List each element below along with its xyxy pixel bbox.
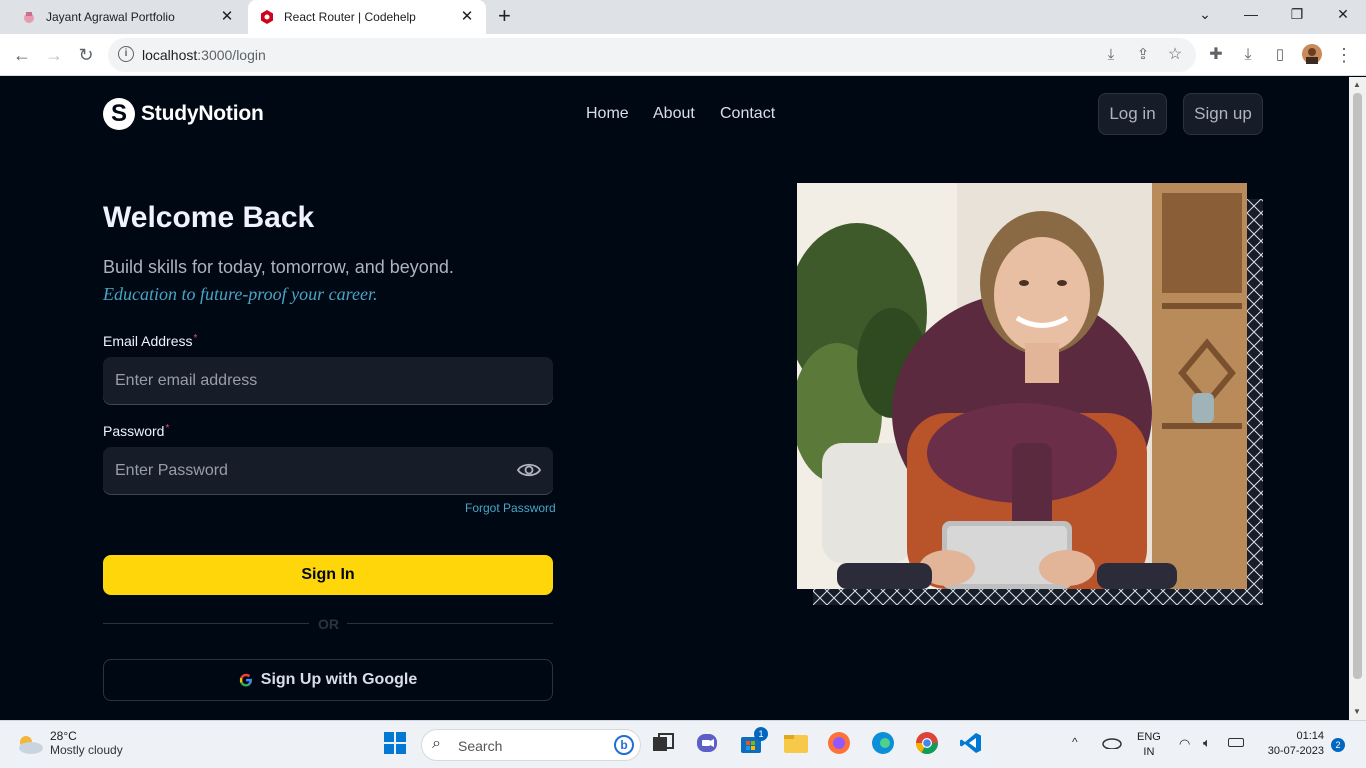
teams-chat-icon[interactable] xyxy=(695,731,721,757)
bookmark-star-icon[interactable]: ☆ xyxy=(1164,44,1186,66)
install-icon[interactable]: ⤓ xyxy=(1100,44,1122,66)
page-title: Welcome Back xyxy=(103,201,315,234)
email-label: Email Address* xyxy=(103,333,197,349)
notification-badge[interactable]: 2 xyxy=(1331,738,1345,752)
tab-search-icon[interactable]: ⌄ xyxy=(1195,6,1215,23)
windows-start-icon[interactable] xyxy=(383,731,409,757)
search-icon: ⌕ xyxy=(432,735,441,752)
password-field[interactable] xyxy=(103,447,553,495)
divider-line xyxy=(347,623,553,624)
google-icon xyxy=(239,673,252,687)
url-host: localhost xyxy=(142,47,198,63)
eye-icon[interactable] xyxy=(516,461,542,479)
taskbar-search-label: Search xyxy=(458,738,503,754)
or-separator: OR xyxy=(318,616,339,632)
cloud-icon xyxy=(19,735,43,754)
login-button[interactable]: Log in xyxy=(1098,93,1167,135)
wifi-icon[interactable]: ◠ xyxy=(1179,736,1190,752)
browser-toolbar: ← → ↻ i localhost:3000/login ⤓ ⇪ ☆ ✚ ⤓ ▯… xyxy=(0,34,1366,76)
extensions-icon[interactable]: ✚ xyxy=(1205,44,1227,66)
nav-home[interactable]: Home xyxy=(586,105,629,123)
sign-in-button[interactable]: Sign In xyxy=(103,555,553,595)
windows-taskbar: 28°C Mostly cloudy ⌕ Search b 1 ^ ENG IN… xyxy=(0,720,1366,768)
weather-desc: Mostly cloudy xyxy=(50,743,123,757)
site-navbar: S StudyNotion Home About Contact Log in … xyxy=(0,77,1349,152)
bing-icon[interactable]: b xyxy=(614,735,634,755)
google-signup-button[interactable]: Sign Up with Google xyxy=(103,659,553,701)
close-window-icon[interactable]: ✕ xyxy=(1333,6,1353,23)
password-label: Password* xyxy=(103,423,169,439)
system-clock[interactable]: 01:14 30-07-2023 xyxy=(1258,729,1324,759)
google-button-label: Sign Up with Google xyxy=(260,671,418,688)
taskbar-search[interactable]: ⌕ Search b xyxy=(421,729,641,761)
onedrive-icon[interactable] xyxy=(1102,735,1122,754)
subtitle: Build skills for today, tomorrow, and be… xyxy=(103,257,454,277)
divider-line xyxy=(103,623,309,624)
browser-tab-bar: Jayant Agrawal Portfolio ✕ React Router … xyxy=(0,0,1366,34)
url-text[interactable]: localhost:3000/login xyxy=(142,47,266,63)
tagline: Education to future-proof your career. xyxy=(103,284,378,304)
clock-time: 01:14 xyxy=(1296,730,1324,742)
tab-react-router[interactable]: React Router | Codehelp ✕ xyxy=(248,0,486,34)
site-info-icon[interactable]: i xyxy=(118,46,134,62)
required-mark: * xyxy=(193,333,198,344)
page-scrollbar[interactable]: ▲ ▼ xyxy=(1349,77,1366,720)
forward-icon[interactable]: → xyxy=(43,44,65,66)
weather-widget[interactable]: 28°C Mostly cloudy xyxy=(16,729,123,758)
page-viewport: S StudyNotion Home About Contact Log in … xyxy=(0,77,1349,720)
scroll-up-icon[interactable]: ▲ xyxy=(1353,80,1361,89)
signup-button[interactable]: Sign up xyxy=(1183,93,1263,135)
scrollbar-thumb[interactable] xyxy=(1353,93,1362,679)
chrome-icon[interactable] xyxy=(915,731,941,757)
scroll-down-icon[interactable]: ▼ xyxy=(1353,707,1361,716)
battery-icon[interactable] xyxy=(1228,738,1244,747)
clock-date: 30-07-2023 xyxy=(1267,745,1324,757)
tab-title: Jayant Agrawal Portfolio xyxy=(46,10,175,24)
file-explorer-icon[interactable] xyxy=(783,731,809,757)
close-icon[interactable]: ✕ xyxy=(458,8,476,26)
maximize-icon[interactable]: ❐ xyxy=(1287,6,1307,23)
tab-portfolio[interactable]: Jayant Agrawal Portfolio ✕ xyxy=(0,0,246,34)
react-router-icon xyxy=(260,10,274,24)
forgot-password-link[interactable]: Forgot Password xyxy=(465,501,556,515)
downloads-icon[interactable]: ⤓ xyxy=(1237,44,1259,66)
hero-student-photo xyxy=(797,183,1247,589)
language-indicator[interactable]: ENG IN xyxy=(1137,730,1161,760)
close-icon[interactable]: ✕ xyxy=(218,8,236,26)
chevron-up-icon[interactable]: ^ xyxy=(1072,735,1078,749)
task-view-icon[interactable] xyxy=(651,731,677,757)
back-icon[interactable]: ← xyxy=(11,44,33,66)
lang-line2: IN xyxy=(1143,746,1155,758)
menu-kebab-icon[interactable]: ⋮ xyxy=(1333,44,1355,66)
studynotion-logo[interactable]: S StudyNotion xyxy=(103,98,264,130)
nav-about[interactable]: About xyxy=(653,105,695,123)
tab-title: React Router | Codehelp xyxy=(284,10,416,24)
side-panel-icon[interactable]: ▯ xyxy=(1269,44,1291,66)
nav-contact[interactable]: Contact xyxy=(720,105,775,123)
new-tab-icon[interactable]: + xyxy=(498,5,511,27)
store-badge: 1 xyxy=(754,727,768,741)
email-field[interactable] xyxy=(103,357,553,405)
address-bar[interactable]: i localhost:3000/login ⤓ ⇪ ☆ xyxy=(108,38,1196,72)
minimize-icon[interactable]: — xyxy=(1241,6,1261,22)
firefox-icon[interactable] xyxy=(827,731,853,757)
share-icon[interactable]: ⇪ xyxy=(1132,44,1154,66)
edge-icon[interactable] xyxy=(871,731,897,757)
flower-icon xyxy=(22,10,36,24)
required-mark: * xyxy=(165,423,170,434)
password-label-text: Password xyxy=(103,423,165,439)
email-label-text: Email Address xyxy=(103,333,193,349)
vscode-icon[interactable] xyxy=(959,731,985,757)
volume-icon[interactable]: 🔈︎ xyxy=(1203,735,1211,751)
reload-icon[interactable]: ↻ xyxy=(75,44,97,66)
logo-text: StudyNotion xyxy=(141,102,264,125)
logo-mark: S xyxy=(103,98,135,130)
weather-temp: 28°C xyxy=(50,729,77,743)
profile-avatar[interactable] xyxy=(1301,44,1323,66)
microsoft-store-icon[interactable]: 1 xyxy=(739,727,768,757)
url-path: :3000/login xyxy=(197,47,266,63)
lang-line1: ENG xyxy=(1137,731,1161,743)
